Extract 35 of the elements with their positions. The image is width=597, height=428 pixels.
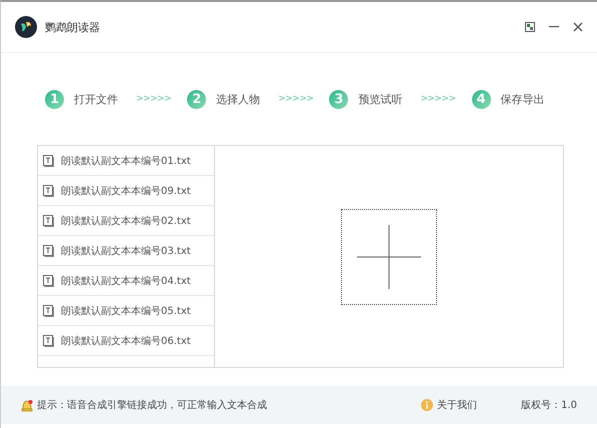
step-label: 打开文件 [74,92,118,106]
text-file-icon [43,154,54,166]
add-file-area[interactable] [341,208,437,304]
file-list-item[interactable]: 朗读默认副文本本编号04.txt [38,266,214,296]
close-icon[interactable] [573,22,583,32]
window-title: 鹦鹉朗读器 [45,20,100,34]
file-list-item[interactable]: 朗读默认副文本本编号03.txt [38,236,214,266]
file-list-item[interactable]: 朗读默认副文本本编号05.txt [38,296,214,326]
file-list-item[interactable]: 朗读默认副文本本编号09.txt [38,176,214,206]
file-list-item[interactable]: 朗读默认副文本本编号02.txt [38,206,214,236]
status-tip: 提示：语音合成引擎链接成功，可正常输入文本合成 [37,398,267,412]
bell-icon [21,398,33,412]
text-file-icon [43,244,54,256]
text-file-icon [43,274,54,286]
plus-icon [357,224,421,288]
version-text: 版权号：1.0 [521,398,577,412]
step-label: 保存导出 [500,92,545,106]
step-number: 2 [187,90,206,108]
step-arrows: >>>>> [420,94,456,104]
step-arrows: >>>>> [278,94,314,104]
text-file-icon [43,334,54,346]
text-file-icon [43,184,54,196]
step-label: 选择人物 [216,92,260,106]
step-arrows: >>>>> [136,94,172,104]
info-icon [421,399,434,411]
text-file-icon [43,304,54,316]
about-link[interactable]: 关于我们 [437,398,478,412]
step-label: 预览试听 [358,92,402,106]
minimize-icon[interactable] [549,26,559,28]
file-list-item[interactable]: 朗读默认副文本本编号01.txt [38,146,214,176]
step-number: 1 [45,90,64,108]
file-list-item[interactable]: 朗读默认副文本本编号06.txt [38,326,214,356]
text-file-icon [43,214,54,226]
step-number: 3 [329,90,348,108]
step-number: 4 [472,90,491,108]
